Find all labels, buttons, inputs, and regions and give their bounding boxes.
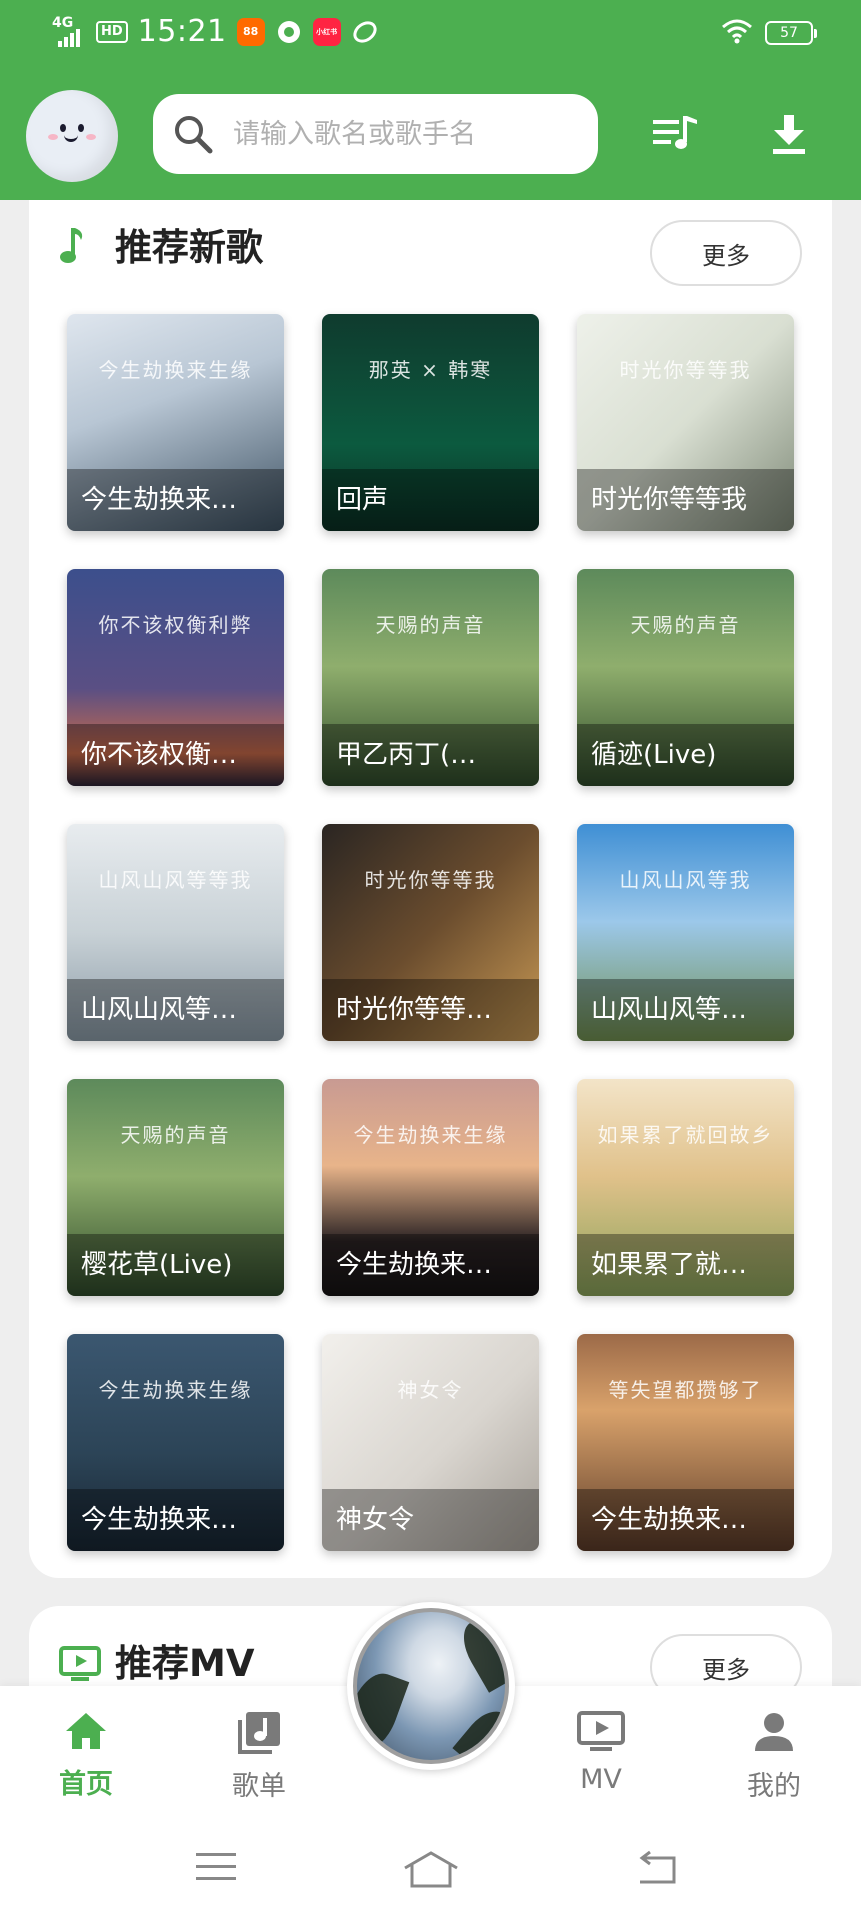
back-icon[interactable] xyxy=(634,1850,678,1890)
music-note-icon xyxy=(59,226,85,270)
song-title: 山风山风等… xyxy=(67,979,284,1041)
song-tile[interactable]: 今生劫换来生缘今生劫换来… xyxy=(67,1334,284,1551)
cover-art-text: 山风山风等等我 xyxy=(98,868,253,892)
mv-section-icon xyxy=(59,1646,101,1686)
song-tile[interactable]: 天赐的声音樱花草(Live) xyxy=(67,1079,284,1296)
cover-art-text: 那英 × 韩寒 xyxy=(368,358,493,382)
tab-mine[interactable]: 我的 xyxy=(724,1710,824,1803)
song-tile[interactable]: 时光你等等我 时光你等等我 xyxy=(577,314,794,531)
song-title: 山风山风等… xyxy=(577,979,794,1041)
song-tile[interactable]: 今生劫换来生缘今生劫换来… xyxy=(322,1079,539,1296)
menu-icon[interactable] xyxy=(194,1850,238,1888)
song-title: 神女令 xyxy=(322,1489,539,1551)
app-circle-icon xyxy=(275,18,303,46)
song-tile[interactable]: 等失望都攒够了今生劫换来… xyxy=(577,1334,794,1551)
song-tile[interactable]: 你不该权衡利弊你不该权衡… xyxy=(67,569,284,786)
song-title: 时光你等等我 xyxy=(577,469,794,531)
cover-art-text: 如果累了就回故乡 xyxy=(597,1123,774,1147)
song-title: 循迹(Live) xyxy=(577,724,794,786)
tab-mv[interactable]: MV xyxy=(551,1710,651,1795)
song-title: 回声 xyxy=(322,469,539,531)
song-tile[interactable]: 山风山风等等我山风山风等… xyxy=(67,824,284,1041)
song-tile[interactable]: 今生劫换来生缘今生劫换来… xyxy=(67,314,284,531)
mv-icon xyxy=(577,1711,625,1751)
new-songs-card: 推荐新歌 更多 今生劫换来生缘 今生劫换来… 那英 × 韩寒 回声 时光你等等我 时光你等… xyxy=(29,180,832,1578)
app-header: 4G HD 15:21 88 小红书 57 xyxy=(0,0,861,200)
cover-art-text: 天赐的声音 xyxy=(375,613,486,637)
song-tile[interactable]: 时光你等等我时光你等等… xyxy=(322,824,539,1041)
more-button[interactable]: 更多 xyxy=(650,220,802,286)
song-title: 如果累了就… xyxy=(577,1234,794,1296)
tab-songlist-label: 歌单 xyxy=(232,1771,286,1802)
app-red-icon: 小红书 xyxy=(312,17,341,46)
cover-art-text: 时光你等等我 xyxy=(619,358,752,382)
cover-art-text: 今生劫换来生缘 xyxy=(353,1123,508,1147)
cover-art-text: 等失望都攒够了 xyxy=(608,1378,763,1402)
song-tile[interactable]: 那英 × 韩寒回声 xyxy=(322,314,539,531)
search-input[interactable] xyxy=(233,118,563,150)
song-title: 今生劫换来… xyxy=(67,469,284,531)
album-cover xyxy=(353,1608,509,1764)
tab-songlist[interactable]: 歌单 xyxy=(209,1710,309,1803)
now-playing-disc[interactable] xyxy=(347,1602,515,1770)
cover-art-text: 你不该权衡利弊 xyxy=(98,613,253,637)
cover-art-text: 今生劫换来生缘 xyxy=(98,358,253,382)
tab-home-label: 首页 xyxy=(59,1769,113,1800)
home-system-icon[interactable] xyxy=(402,1850,460,1892)
signal-icon: 4G xyxy=(52,15,86,49)
cover-art-text: 神女令 xyxy=(397,1378,464,1402)
song-tile[interactable]: 天赐的声音循迹(Live) xyxy=(577,569,794,786)
user-icon xyxy=(755,1713,793,1751)
cover-art-text: 时光你等等我 xyxy=(364,868,497,892)
song-tile[interactable]: 山风山风等我山风山风等… xyxy=(577,824,794,1041)
tab-home[interactable]: 首页 xyxy=(36,1710,136,1801)
battery-indicator: 57 xyxy=(765,21,817,45)
avatar[interactable] xyxy=(26,90,118,182)
search-bar[interactable] xyxy=(153,94,598,174)
song-tile[interactable]: 如果累了就回故乡如果累了就… xyxy=(577,1079,794,1296)
wifi-icon xyxy=(721,18,753,48)
download-icon[interactable] xyxy=(759,104,819,164)
song-title: 今生劫换来… xyxy=(67,1489,284,1551)
song-tile[interactable]: 天赐的声音甲乙丙丁(… xyxy=(322,569,539,786)
song-title: 时光你等等… xyxy=(322,979,539,1041)
song-title: 樱花草(Live) xyxy=(67,1234,284,1296)
song-title: 今生劫换来… xyxy=(322,1234,539,1296)
tab-mv-label: MV xyxy=(580,1764,622,1795)
cover-art-text: 天赐的声音 xyxy=(630,613,741,637)
song-title: 今生劫换来… xyxy=(577,1489,794,1551)
song-tile[interactable]: 神女令 神女令 xyxy=(322,1334,539,1551)
cover-art-text: 天赐的声音 xyxy=(120,1123,231,1147)
song-title: 你不该权衡… xyxy=(67,724,284,786)
cover-art-text: 今生劫换来生缘 xyxy=(98,1378,253,1402)
search-icon xyxy=(175,116,213,154)
song-title: 甲乙丙丁(… xyxy=(322,724,539,786)
home-icon xyxy=(66,1713,106,1749)
system-nav-bar xyxy=(0,1822,861,1920)
tab-mine-label: 我的 xyxy=(747,1771,801,1802)
mv-section-title: 推荐MV xyxy=(115,1642,255,1685)
status-bar: 4G HD 15:21 88 小红书 57 xyxy=(0,0,861,68)
app-leaf-icon xyxy=(351,18,379,46)
hd-badge: HD xyxy=(96,20,128,43)
app-orange-icon: 88 xyxy=(236,17,265,46)
section-title: 推荐新歌 xyxy=(115,226,263,269)
songlist-icon xyxy=(238,1712,280,1754)
cover-art-text: 山风山风等我 xyxy=(619,868,752,892)
playlist-icon[interactable] xyxy=(645,104,705,164)
status-time: 15:21 xyxy=(137,14,227,49)
